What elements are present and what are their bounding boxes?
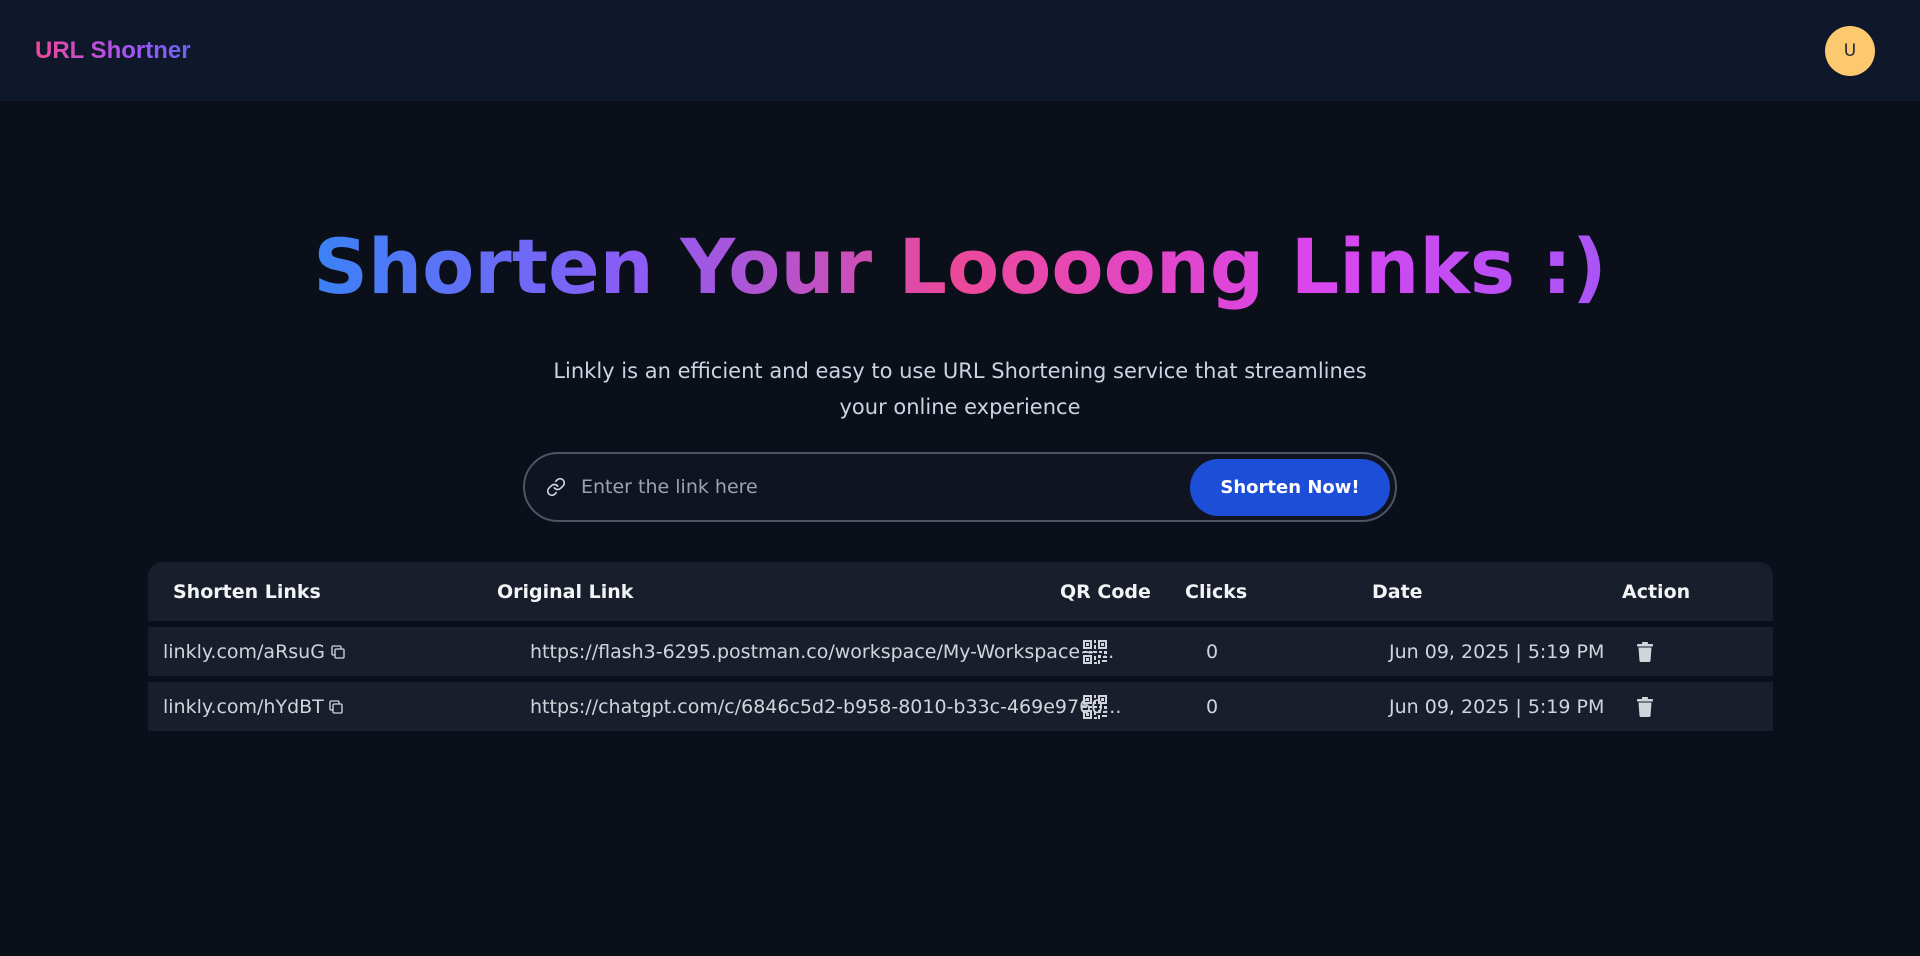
header-shorten-links: Shorten Links	[173, 580, 321, 603]
header-original-link: Original Link	[497, 580, 634, 603]
qr-code-icon[interactable]	[1082, 639, 1108, 665]
created-date: Jun 09, 2025 | 5:19 PM	[1389, 640, 1605, 663]
navbar: URL Shortner U	[0, 0, 1920, 101]
hero-subtitle: Linkly is an efficient and easy to use U…	[553, 359, 1367, 419]
url-input[interactable]	[567, 459, 1190, 515]
header-clicks: Clicks	[1185, 580, 1248, 603]
short-link[interactable]: linkly.com/aRsuG	[163, 627, 325, 676]
shorten-form: Shorten Now!	[523, 452, 1397, 522]
trash-icon[interactable]	[1637, 696, 1653, 717]
original-link[interactable]: https://flash3-6295.postman.co/workspace…	[530, 627, 1114, 676]
header-action: Action	[1622, 580, 1691, 603]
table-row: linkly.com/hYdBT https://chatgpt.com/c/6…	[148, 682, 1773, 731]
qr-code-icon[interactable]	[1082, 694, 1108, 720]
click-count: 0	[1206, 640, 1219, 663]
short-link[interactable]: linkly.com/hYdBT	[163, 682, 324, 731]
table-header: Shorten Links Original Link QR Code Clic…	[148, 562, 1773, 621]
trash-icon[interactable]	[1637, 641, 1653, 662]
copy-icon[interactable]	[329, 643, 347, 661]
user-avatar[interactable]: U	[1825, 25, 1875, 76]
table-row: linkly.com/aRsuG https://flash3-6295.pos…	[148, 627, 1773, 676]
click-count: 0	[1206, 695, 1219, 718]
created-date: Jun 09, 2025 | 5:19 PM	[1389, 695, 1605, 718]
copy-icon[interactable]	[327, 698, 345, 716]
links-table: Shorten Links Original Link QR Code Clic…	[148, 562, 1773, 731]
original-link[interactable]: https://chatgpt.com/c/6846c5d2-b958-8010…	[530, 682, 1121, 731]
header-date: Date	[1372, 580, 1423, 603]
hero-title-text: Shorten Your Loooong Links :)	[313, 222, 1607, 311]
hero-title: Shorten Your Loooong Links :)	[0, 222, 1920, 312]
shorten-now-button[interactable]: Shorten Now!	[1190, 458, 1390, 516]
link-icon	[545, 476, 567, 498]
header-qr-code: QR Code	[1060, 580, 1151, 603]
app-logo[interactable]: URL Shortner	[35, 37, 191, 65]
